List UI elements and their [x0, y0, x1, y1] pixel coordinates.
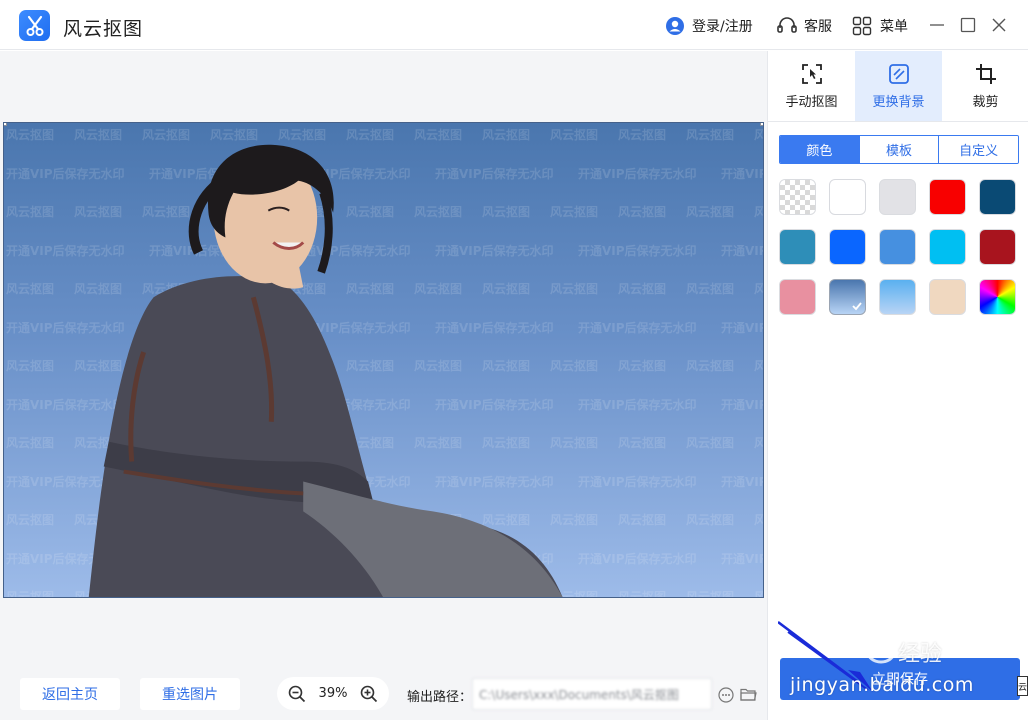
color-swatch[interactable]: [929, 279, 966, 315]
zoom-out-icon: [288, 685, 306, 702]
zoom-value: 39%: [318, 686, 348, 701]
color-swatch[interactable]: [979, 279, 1016, 315]
save-now-button[interactable]: 立即保存: [780, 658, 1020, 700]
close-icon: [992, 18, 1006, 32]
color-swatch[interactable]: [929, 179, 966, 215]
tab-change-background[interactable]: 更换背景: [855, 51, 942, 121]
more-dots-icon: [718, 687, 734, 703]
output-path-field[interactable]: C:\Users\xxx\Documents\风云抠图: [472, 678, 712, 710]
menu-button[interactable]: 菜单: [852, 15, 908, 37]
scissors-icon: [26, 15, 43, 36]
tab-color[interactable]: 颜色: [780, 136, 859, 163]
color-swatch[interactable]: [979, 179, 1016, 215]
color-swatch[interactable]: [879, 229, 916, 265]
more-options-button[interactable]: [718, 687, 734, 703]
grid-menu-icon: [852, 16, 872, 36]
color-swatch[interactable]: [829, 229, 866, 265]
minimize-icon: [930, 24, 944, 26]
login-label: 登录/注册: [692, 19, 753, 35]
tab-manual-cutout-label: 手动抠图: [785, 94, 838, 110]
resize-handle[interactable]: [4, 123, 7, 126]
app-title: 风云抠图: [63, 18, 144, 40]
background-type-tabs: 颜色 模板 自定义: [779, 135, 1019, 164]
maximize-button[interactable]: [957, 14, 979, 36]
zoom-in-button[interactable]: [359, 684, 379, 704]
edge-tooltip: 云: [1017, 676, 1028, 696]
back-home-button[interactable]: 返回主页: [20, 678, 120, 710]
tab-crop-label: 裁剪: [972, 94, 999, 110]
zoom-control: 39%: [277, 677, 389, 710]
color-swatch[interactable]: [979, 229, 1016, 265]
crop-icon: [975, 63, 996, 84]
headset-icon: [777, 17, 797, 33]
color-swatch[interactable]: [779, 229, 816, 265]
manual-cutout-icon: [801, 63, 822, 84]
color-swatch[interactable]: [879, 279, 916, 315]
output-path-label: 输出路径：: [407, 690, 473, 705]
subject-figure: [88, 144, 563, 597]
color-swatch[interactable]: [779, 279, 816, 315]
color-swatch[interactable]: [879, 179, 916, 215]
zoom-in-icon: [360, 685, 378, 702]
color-swatch[interactable]: [829, 279, 866, 315]
panel-divider: [768, 121, 1028, 122]
resize-handle[interactable]: [760, 123, 763, 126]
side-panel: 手动抠图 更换背景 裁剪 颜色 模板 自定义 立即保存: [767, 51, 1028, 720]
tab-custom[interactable]: 自定义: [938, 136, 1018, 163]
image-preview[interactable]: 风云抠图 风云抠图 风云抠图 风云抠图 风云抠图 风云抠图 风云抠图 风云抠图 风云抠图 风云抠图…: [3, 122, 764, 598]
check-icon: [852, 302, 862, 311]
zoom-out-button[interactable]: [287, 684, 307, 704]
app-logo: [19, 10, 50, 41]
tab-manual-cutout[interactable]: 手动抠图: [768, 51, 855, 121]
close-button[interactable]: [988, 14, 1010, 36]
service-label: 客服: [804, 19, 832, 35]
folder-icon: [740, 688, 757, 701]
tab-template[interactable]: 模板: [858, 136, 939, 163]
customer-service-button[interactable]: 客服: [776, 15, 832, 37]
color-swatch[interactable]: [929, 229, 966, 265]
reselect-image-button[interactable]: 重选图片: [140, 678, 240, 710]
color-swatch[interactable]: [779, 179, 816, 215]
change-background-icon: [888, 63, 909, 84]
open-folder-button[interactable]: [740, 687, 757, 703]
minimize-button[interactable]: [926, 14, 948, 36]
color-swatch[interactable]: [829, 179, 866, 215]
menu-label: 菜单: [880, 19, 908, 35]
maximize-icon: [960, 17, 976, 33]
user-icon: [666, 17, 684, 35]
workspace: 风云抠图 风云抠图 风云抠图 风云抠图 风云抠图 风云抠图 风云抠图 风云抠图 风云抠图 风云抠图…: [0, 51, 767, 720]
title-bar: 风云抠图 登录/注册 客服 菜单: [0, 0, 1028, 50]
tab-change-background-label: 更换背景: [872, 94, 925, 110]
tab-crop[interactable]: 裁剪: [942, 51, 1028, 121]
login-register-button[interactable]: 登录/注册: [665, 15, 753, 37]
